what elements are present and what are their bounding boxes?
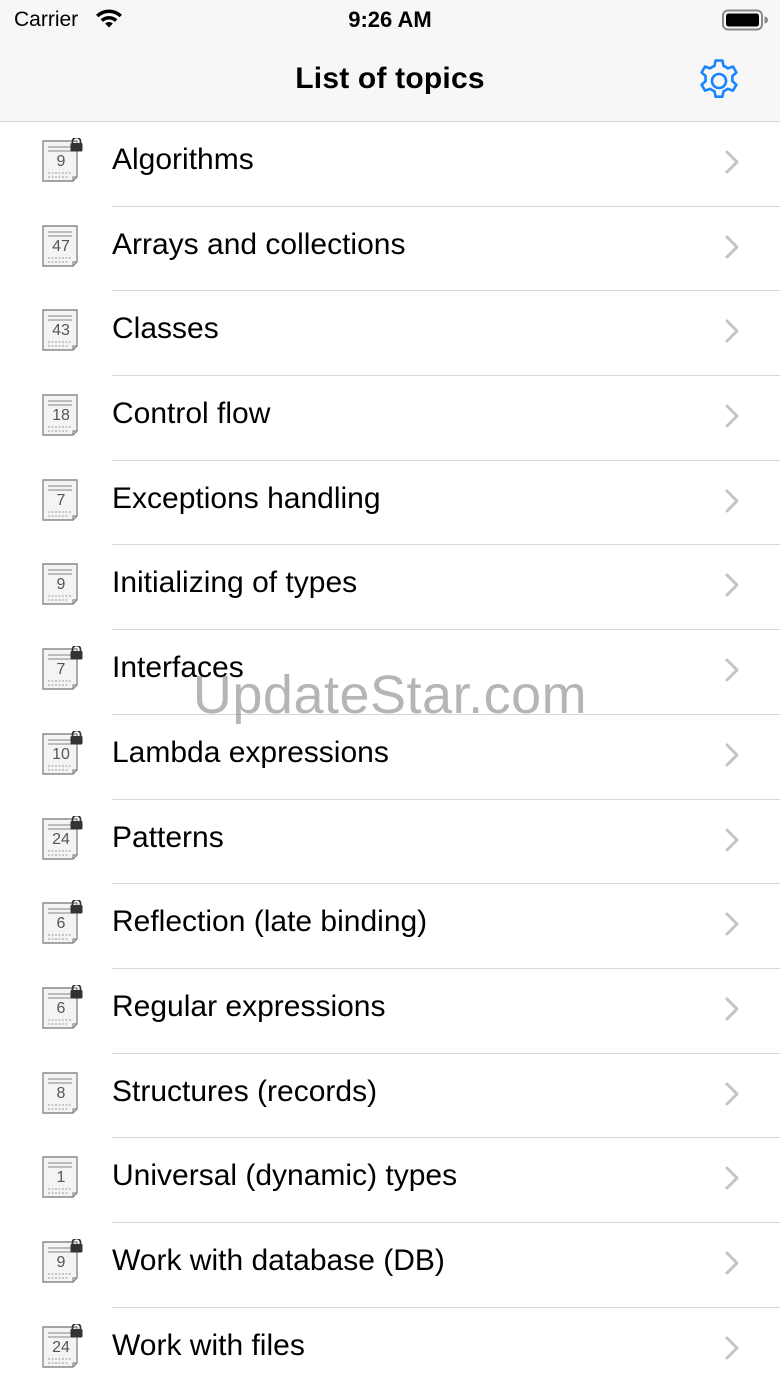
- settings-gear-icon[interactable]: [693, 55, 745, 107]
- lesson-count: 24: [52, 1338, 70, 1356]
- lock-icon: [70, 900, 83, 914]
- lesson-count: 18: [52, 407, 70, 425]
- topic-label: Interfaces: [112, 651, 244, 685]
- topic-row-10[interactable]: 6 Reflection (late binding): [0, 884, 780, 969]
- chevron-right-icon: [725, 743, 739, 767]
- topic-label: Exceptions handling: [112, 481, 381, 515]
- topic-row-9[interactable]: 24 Patterns: [0, 800, 780, 885]
- battery-icon: [722, 9, 768, 31]
- lesson-count: 24: [52, 830, 70, 848]
- lesson-count: 6: [56, 999, 66, 1017]
- topic-row-1[interactable]: 9 Algorithms: [0, 122, 780, 207]
- lesson-count: 1: [56, 1169, 66, 1187]
- chevron-right-icon: [725, 235, 739, 259]
- lock-icon: [70, 1238, 83, 1253]
- topic-label: Structures (records): [112, 1074, 378, 1108]
- chevron-right-icon: [725, 912, 739, 936]
- topic-row-14[interactable]: 9 Work with database (DB): [0, 1223, 780, 1308]
- chevron-right-icon: [725, 997, 739, 1021]
- topic-label: Work with files: [112, 1328, 305, 1362]
- lesson-count: 9: [56, 1253, 66, 1271]
- topic-label: Patterns: [112, 820, 224, 854]
- topic-label: Regular expressions: [112, 989, 386, 1023]
- lesson-count: 7: [56, 491, 66, 509]
- chevron-right-icon: [725, 404, 739, 428]
- topic-list: 9 Algorithms 47 Arrays and collections 4…: [0, 122, 780, 1387]
- topic-label: Initializing of types: [112, 566, 358, 600]
- chevron-right-icon: [725, 489, 739, 513]
- lock-icon: [70, 138, 83, 152]
- lesson-count: 43: [52, 322, 70, 340]
- status-time: 9:26 AM: [348, 7, 432, 32]
- navigation-bar: List of topics: [0, 40, 780, 122]
- topic-label: Reflection (late binding): [112, 905, 428, 939]
- lock-icon: [70, 730, 83, 745]
- lock-icon: [70, 984, 83, 999]
- lock-icon: [70, 1323, 83, 1338]
- topic-row-2[interactable]: 47 Arrays and collections: [0, 207, 780, 292]
- chevron-right-icon: [725, 1166, 739, 1190]
- topic-label: Control flow: [112, 397, 271, 431]
- page-title: List of topics: [295, 62, 485, 95]
- topic-row-11[interactable]: 6 Regular expressions: [0, 969, 780, 1054]
- chevron-right-icon: [725, 1251, 739, 1275]
- lesson-count: 8: [56, 1084, 66, 1102]
- topic-label: Lambda expressions: [112, 735, 389, 769]
- chevron-right-icon: [725, 150, 739, 174]
- lesson-count: 9: [56, 576, 66, 594]
- chevron-right-icon: [725, 1082, 739, 1106]
- topic-label: Algorithms: [112, 143, 254, 176]
- lesson-count: 7: [56, 661, 66, 679]
- topic-row-13[interactable]: 1 Universal (dynamic) types: [0, 1138, 780, 1223]
- chevron-right-icon: [725, 573, 739, 597]
- topic-label: Universal (dynamic) types: [112, 1159, 458, 1193]
- topic-row-15[interactable]: 24 Work with files: [0, 1308, 780, 1387]
- topic-row-4[interactable]: 18 Control flow: [0, 376, 780, 461]
- screen: Carrier 9:26 AM List of topics 9 Algorit…: [0, 0, 780, 1387]
- lesson-count: 47: [52, 237, 70, 255]
- topic-label: Classes: [112, 312, 219, 346]
- chevron-right-icon: [725, 1336, 739, 1360]
- lesson-count: 6: [56, 915, 66, 933]
- lock-icon: [70, 815, 83, 829]
- topic-row-3[interactable]: 43 Classes: [0, 291, 780, 377]
- topic-label: Arrays and collections: [112, 227, 406, 261]
- topic-label: Work with database (DB): [112, 1243, 445, 1277]
- chevron-right-icon: [725, 658, 739, 682]
- lock-icon: [70, 646, 83, 660]
- topic-row-5[interactable]: 7 Exceptions handling: [0, 461, 780, 546]
- lesson-count: 10: [52, 745, 70, 763]
- topic-row-6[interactable]: 9 Initializing of types: [0, 545, 780, 631]
- lesson-count: 9: [56, 153, 66, 170]
- topic-row-12[interactable]: 8 Structures (records): [0, 1054, 780, 1139]
- topic-row-8[interactable]: 10 Lambda expressions: [0, 715, 780, 800]
- topic-row-7[interactable]: 7 Interfaces: [0, 630, 780, 715]
- chevron-right-icon: [725, 828, 739, 851]
- status-bar: Carrier 9:26 AM: [0, 0, 780, 40]
- chevron-right-icon: [725, 319, 739, 343]
